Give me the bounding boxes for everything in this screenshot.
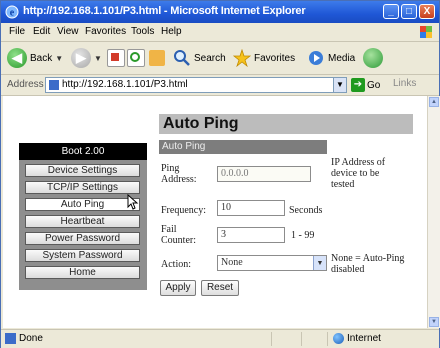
page-title: Auto Ping: [159, 114, 413, 134]
nav-header: Boot 2.00: [19, 143, 147, 160]
nav-power-password[interactable]: Power Password: [25, 232, 140, 245]
browser-window: e http://192.168.1.101/P3.html - Microso…: [0, 0, 440, 348]
stop-icon: [107, 49, 125, 67]
back-dropdown-icon[interactable]: ▼: [55, 54, 63, 63]
status-text: Done: [19, 333, 43, 344]
address-dropdown[interactable]: ▼: [333, 77, 347, 93]
action-label: Action:: [161, 259, 191, 270]
maximize-button[interactable]: □: [401, 4, 417, 19]
go-label: Go: [367, 79, 381, 91]
address-url: http://192.168.1.101/P3.html: [62, 79, 188, 90]
ie-logo-icon: e: [5, 5, 19, 19]
menu-help[interactable]: Help: [161, 26, 182, 37]
window-title: http://192.168.1.101/P3.html - Microsoft…: [23, 5, 306, 17]
chevron-down-icon: ▼: [313, 256, 326, 270]
search-icon: [174, 50, 190, 66]
fail-counter-input[interactable]: 3: [217, 227, 285, 243]
media-button[interactable]: Media: [307, 47, 355, 69]
stop-button[interactable]: [107, 47, 125, 69]
action-note: None = Auto-Ping disabled: [331, 253, 405, 275]
vertical-scrollbar[interactable]: ▲ ▼: [427, 96, 440, 328]
address-label: Address: [7, 79, 44, 90]
go-arrow-icon: ➔: [351, 78, 365, 92]
search-button[interactable]: Search: [173, 47, 226, 69]
ping-address-note: IP Address of device to be tested: [331, 157, 386, 190]
action-select[interactable]: None ▼: [217, 255, 327, 271]
address-bar: Address http://192.168.1.101/P3.html ▼ ➔…: [1, 75, 439, 96]
menu-edit[interactable]: Edit: [33, 26, 50, 37]
minimize-button[interactable]: _: [383, 4, 399, 19]
ping-address-input[interactable]: 0.0.0.0: [217, 166, 311, 182]
scroll-down-icon[interactable]: ▼: [429, 317, 439, 327]
forward-dropdown-icon[interactable]: ▼: [94, 54, 102, 63]
go-button[interactable]: ➔ Go: [351, 77, 380, 93]
action-selected-value: None: [221, 257, 243, 268]
fail-counter-range: 1 - 99: [291, 230, 315, 241]
address-input[interactable]: http://192.168.1.101/P3.html: [45, 77, 337, 93]
history-button[interactable]: [363, 47, 383, 69]
media-label: Media: [328, 52, 356, 64]
menu-file[interactable]: File: [9, 26, 25, 37]
nav-auto-ping[interactable]: Auto Ping: [25, 198, 140, 211]
forward-button[interactable]: ▶ ▼: [71, 47, 102, 69]
internet-zone-icon: [333, 333, 344, 344]
menu-favorites[interactable]: Favorites: [85, 26, 126, 37]
home-toolbar-button[interactable]: [149, 47, 165, 69]
menu-tools[interactable]: Tools: [131, 26, 154, 37]
menu-bar: File Edit View Favorites Tools Help: [1, 23, 439, 42]
nav-home[interactable]: Home: [25, 266, 140, 279]
page-done-icon: [5, 333, 16, 344]
home-icon: [149, 50, 165, 66]
apply-button[interactable]: Apply: [160, 280, 196, 296]
mouse-cursor-icon: [127, 194, 139, 210]
back-label: Back: [30, 52, 53, 64]
favorites-label: Favorites: [254, 52, 296, 64]
search-label: Search: [194, 52, 226, 64]
back-arrow-icon: ◀: [7, 48, 27, 68]
status-divider: [327, 332, 328, 346]
star-icon: [233, 49, 251, 67]
nav-device-settings[interactable]: Device Settings: [25, 164, 140, 177]
back-button[interactable]: ◀ Back ▼: [7, 47, 63, 69]
status-divider: [301, 332, 302, 346]
close-button[interactable]: X: [419, 4, 435, 19]
nav-tcpip-settings[interactable]: TCP/IP Settings: [25, 181, 140, 194]
favorites-button[interactable]: Favorites: [233, 47, 295, 69]
media-icon: [309, 51, 323, 65]
zone-label: Internet: [347, 333, 381, 344]
menu-view[interactable]: View: [57, 26, 79, 37]
frequency-label: Frequency:: [161, 205, 206, 216]
scroll-up-icon[interactable]: ▲: [429, 97, 439, 107]
refresh-icon: [127, 49, 145, 67]
section-header: Auto Ping: [159, 140, 327, 154]
nav-heartbeat[interactable]: Heartbeat: [25, 215, 140, 228]
page-icon: [49, 80, 59, 90]
refresh-button[interactable]: [127, 47, 145, 69]
title-bar: e http://192.168.1.101/P3.html - Microso…: [1, 1, 439, 23]
forward-arrow-icon: ▶: [71, 48, 91, 68]
fail-counter-label: Fail Counter:: [161, 224, 196, 246]
links-button[interactable]: Links: [393, 78, 416, 89]
status-divider: [271, 332, 272, 346]
history-icon: [363, 48, 383, 68]
frequency-input[interactable]: 10: [217, 200, 285, 216]
reset-button[interactable]: Reset: [201, 280, 239, 296]
ping-address-label: Ping Address:: [161, 163, 197, 185]
toolbar: ◀ Back ▼ ▶ ▼ Search Favorites Media: [1, 42, 439, 75]
nav-system-password[interactable]: System Password: [25, 249, 140, 262]
nav-panel: Device Settings TCP/IP Settings Auto Pin…: [19, 160, 147, 290]
status-bar: Done Internet: [1, 329, 439, 348]
svg-text:e: e: [10, 8, 15, 19]
windows-flag-icon: [420, 26, 432, 38]
frequency-unit: Seconds: [289, 205, 323, 216]
